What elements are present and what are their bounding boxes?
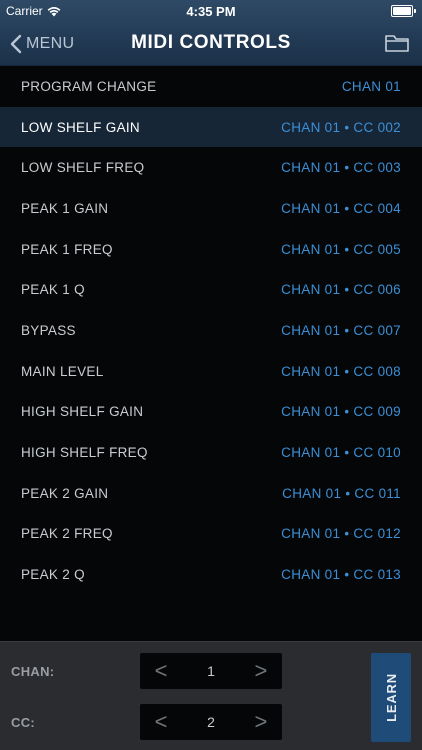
control-name: PEAK 1 GAIN: [21, 200, 109, 216]
midi-control-row[interactable]: BYPASS CHAN 01 • CC 007: [0, 310, 422, 351]
control-name: PEAK 2 FREQ: [21, 526, 113, 542]
battery-icon: [391, 5, 416, 17]
control-assignment: CHAN 01 • CC 011: [282, 485, 401, 501]
top-bar: Carrier 4:35 PM MENU MIDI CONTROLS: [0, 0, 422, 66]
cc-label: CC:: [11, 715, 36, 730]
control-assignment: CHAN 01 • CC 002: [281, 119, 401, 135]
status-bar: Carrier 4:35 PM: [0, 0, 422, 22]
learn-button[interactable]: LEARN: [371, 653, 411, 742]
midi-control-row[interactable]: HIGH SHELF FREQ CHAN 01 • CC 010: [0, 432, 422, 473]
cc-stepper: < 2 >: [140, 704, 282, 740]
midi-control-row[interactable]: LOW SHELF GAIN CHAN 01 • CC 002: [0, 106, 422, 148]
learn-button-label: LEARN: [383, 673, 399, 722]
control-name: BYPASS: [21, 322, 76, 338]
cc-value: 2: [207, 714, 215, 730]
chan-label: CHAN:: [11, 664, 55, 679]
midi-control-row[interactable]: PEAK 2 FREQ CHAN 01 • CC 012: [0, 514, 422, 555]
control-name: PEAK 1 Q: [21, 282, 85, 298]
midi-control-row[interactable]: PEAK 2 Q CHAN 01 • CC 013: [0, 554, 422, 595]
chan-stepper: < 1 >: [140, 653, 282, 689]
midi-control-row[interactable]: LOW SHELF FREQ CHAN 01 • CC 003: [0, 147, 422, 188]
control-assignment: CHAN 01 • CC 005: [281, 241, 401, 257]
midi-control-list: PROGRAM CHANGE CHAN 01 LOW SHELF GAIN CHAN …: [0, 66, 422, 595]
control-assignment: CHAN 01 • CC 008: [281, 363, 401, 379]
control-name: MAIN LEVEL: [21, 363, 104, 379]
control-assignment: CHAN 01 • CC 007: [281, 322, 401, 338]
control-assignment: CHAN 01 • CC 009: [281, 404, 401, 420]
control-name: LOW SHELF GAIN: [21, 119, 140, 135]
midi-control-row[interactable]: MAIN LEVEL CHAN 01 • CC 008: [0, 351, 422, 392]
control-assignment: CHAN 01 • CC 012: [281, 526, 401, 542]
midi-control-row[interactable]: PEAK 1 FREQ CHAN 01 • CC 005: [0, 229, 422, 270]
cc-increment-button[interactable]: >: [252, 709, 270, 735]
learn-panel: CHAN: < 1 > CC: < 2 > LEARN: [0, 641, 422, 750]
control-assignment: CHAN 01 • CC 004: [281, 200, 401, 216]
control-name: LOW SHELF FREQ: [21, 160, 145, 176]
control-assignment: CHAN 01 • CC 006: [281, 282, 401, 298]
control-assignment: CHAN 01: [341, 78, 401, 94]
status-time: 4:35 PM: [186, 4, 236, 19]
midi-control-row[interactable]: PEAK 1 Q CHAN 01 • CC 006: [0, 269, 422, 310]
midi-control-row[interactable]: PEAK 1 GAIN CHAN 01 • CC 004: [0, 188, 422, 229]
control-name: PEAK 2 Q: [21, 567, 85, 583]
folder-icon: [385, 35, 409, 52]
navigation-bar: MENU MIDI CONTROLS: [0, 22, 422, 66]
folder-button[interactable]: [384, 31, 410, 55]
control-assignment: CHAN 01 • CC 010: [281, 445, 401, 461]
chan-increment-button[interactable]: >: [252, 658, 270, 684]
control-name: HIGH SHELF GAIN: [21, 404, 144, 420]
control-assignment: CHAN 01 • CC 013: [281, 567, 401, 583]
control-name: HIGH SHELF FREQ: [21, 445, 148, 461]
midi-control-row[interactable]: HIGH SHELF GAIN CHAN 01 • CC 009: [0, 392, 422, 433]
control-name: PEAK 2 GAIN: [21, 485, 109, 501]
control-name: PEAK 1 FREQ: [21, 241, 113, 257]
midi-control-row[interactable]: PEAK 2 GAIN CHAN 01 • CC 011: [0, 473, 422, 514]
app-screen: Carrier 4:35 PM MENU MIDI CONTROLS PROGR…: [0, 0, 422, 750]
control-name: PROGRAM CHANGE: [21, 78, 157, 94]
control-assignment: CHAN 01 • CC 003: [281, 160, 401, 176]
cc-decrement-button[interactable]: <: [152, 709, 170, 735]
chan-value: 1: [207, 663, 215, 679]
midi-control-row[interactable]: PROGRAM CHANGE CHAN 01: [0, 66, 422, 107]
chan-decrement-button[interactable]: <: [152, 658, 170, 684]
page-title: MIDI CONTROLS: [131, 32, 291, 53]
